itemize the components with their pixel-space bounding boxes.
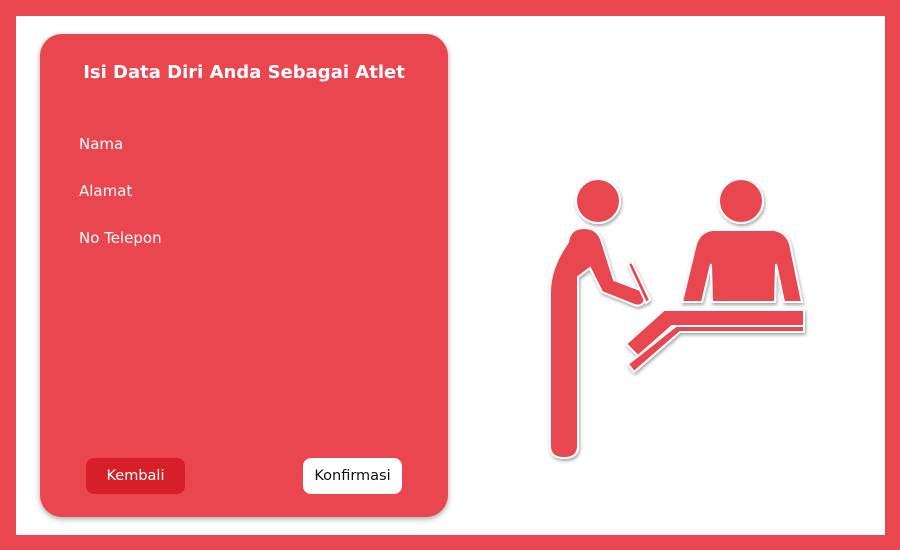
athlete-form-card: Isi Data Diri Anda Sebagai Atlet Nama Al… [40, 34, 448, 517]
back-button[interactable]: Kembali [86, 458, 185, 494]
form-title: Isi Data Diri Anda Sebagai Atlet [83, 62, 405, 83]
phone-field-label: No Telepon [79, 229, 162, 247]
seated-person-torso [680, 229, 804, 303]
registration-desk-icon [549, 178, 805, 460]
confirm-button[interactable]: Konfirmasi [303, 458, 402, 494]
name-field-label: Nama [79, 135, 124, 153]
seated-person-head [718, 178, 764, 224]
standing-person-head [575, 178, 621, 224]
address-field-label: Alamat [79, 182, 133, 200]
